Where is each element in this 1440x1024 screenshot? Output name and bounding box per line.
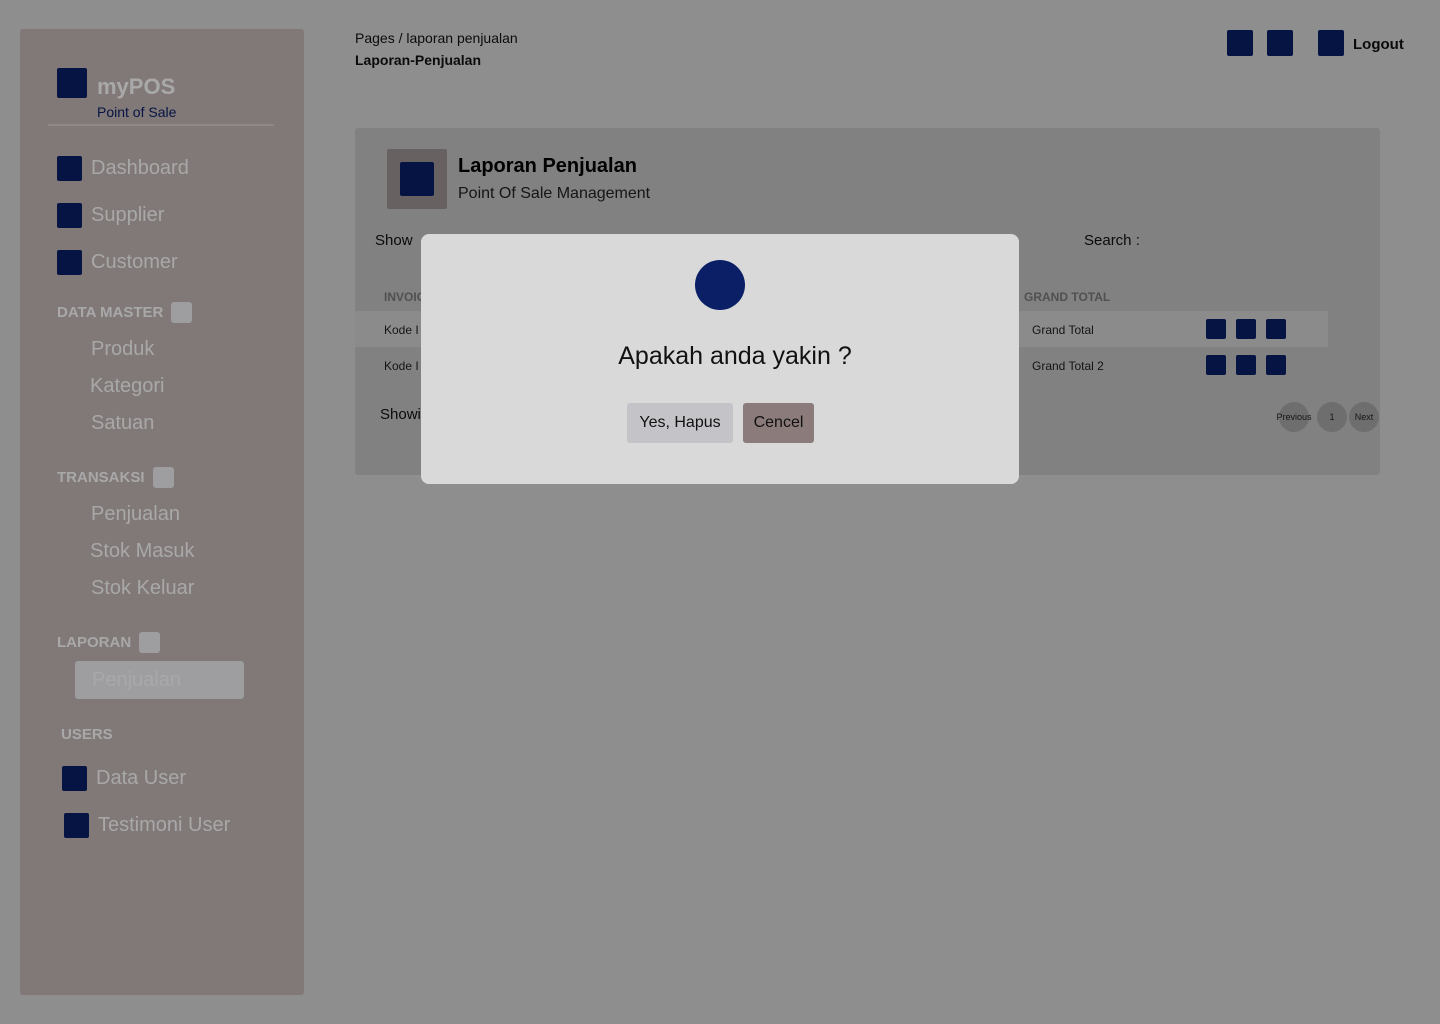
warning-icon (695, 260, 745, 310)
confirm-delete-button[interactable]: Yes, Hapus (627, 403, 733, 443)
modal-overlay[interactable] (0, 0, 1440, 1024)
confirm-dialog: Apakah anda yakin ? Yes, Hapus Cencel (421, 234, 1019, 484)
confirm-message: Apakah anda yakin ? (618, 342, 852, 370)
cancel-button[interactable]: Cencel (743, 403, 814, 443)
